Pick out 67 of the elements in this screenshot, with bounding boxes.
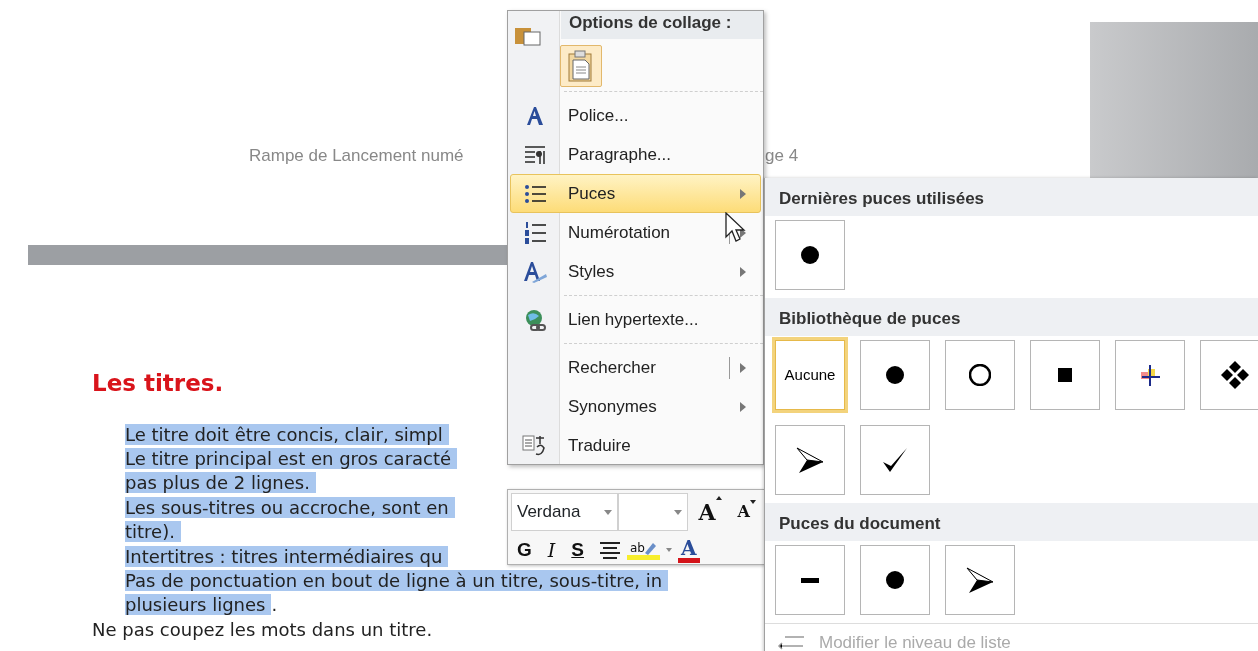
bullet-option[interactable] (860, 340, 930, 410)
paragraph-icon (523, 143, 547, 166)
menu-item[interactable]: Numérotation (510, 213, 761, 252)
square-bullet-icon (1057, 367, 1073, 383)
pen-icon (644, 540, 657, 555)
paste-options-header: Options de collage : (561, 11, 763, 39)
menu-item[interactable]: Lien hypertexte... (510, 300, 761, 339)
circle-bullet-icon (969, 364, 991, 386)
bullet-option[interactable] (775, 425, 845, 495)
bullet-option[interactable] (945, 340, 1015, 410)
submenu-arrow-icon (740, 401, 746, 412)
dot-bullet-icon (885, 365, 905, 385)
cross-bullet-icon (1139, 363, 1161, 387)
dropdown-caret-icon[interactable] (603, 509, 612, 515)
dropdown-caret-icon[interactable] (673, 509, 682, 515)
highlight-button[interactable]: ab (627, 540, 660, 560)
italic-button[interactable]: I (542, 536, 561, 565)
bullet-option[interactable] (945, 545, 1015, 615)
bold-button[interactable]: G (512, 536, 537, 565)
arrowhead-bullet-icon (796, 446, 824, 474)
globe-link-icon (523, 307, 547, 332)
menu-item[interactable]: Puces (510, 174, 761, 213)
down-triangle-icon (750, 500, 756, 504)
translate-icon (522, 433, 548, 458)
bulleted-list-icon (523, 182, 547, 205)
center-align-icon[interactable] (599, 541, 621, 560)
menu-item[interactable]: Paragraphe... (510, 135, 761, 174)
diamond-bullet-icon (1220, 360, 1250, 390)
numbered-list-icon (523, 220, 547, 245)
styles-icon (522, 259, 548, 284)
bullet-option[interactable] (860, 545, 930, 615)
menu-item[interactable]: Traduire (510, 426, 761, 465)
shrink-font-button[interactable]: A (732, 500, 761, 524)
section-header: Bibliothèque de puces (765, 298, 1258, 336)
up-triangle-icon (715, 495, 722, 500)
bullet-option[interactable]: Aucune (775, 340, 845, 410)
punctuation-text: . (271, 594, 278, 616)
bullet-option[interactable] (1200, 340, 1258, 410)
font-icon (524, 104, 546, 127)
section-header: Puces du document (765, 503, 1258, 541)
bullet-option[interactable] (1030, 340, 1100, 410)
dot-bullet-icon (800, 245, 820, 265)
page-header-text: Rampe de Lancement numé (249, 145, 464, 167)
mouse-pointer-icon (725, 212, 747, 244)
font-name-dropdown[interactable]: Verdana (511, 493, 618, 531)
clipboard-icon (568, 50, 594, 82)
dash-bullet-icon (800, 576, 820, 584)
bullet-option[interactable] (775, 220, 845, 290)
page-number-text: ge 4 (765, 145, 799, 167)
font-color-button[interactable]: A (677, 537, 700, 563)
change-list-level-item: Modifier le niveau de liste (819, 632, 1011, 651)
menu-item[interactable]: Styles (510, 252, 761, 291)
section-heading: Les titres. (92, 369, 224, 398)
body-text-line: Ne pas coupez les mots dans un titre. (92, 618, 433, 640)
section-header: Dernières puces utilisées (765, 178, 1258, 216)
arrowhead-bullet-icon (966, 566, 994, 594)
submenu-arrow-icon (740, 362, 746, 373)
grow-font-button[interactable]: A (693, 495, 727, 529)
menu-item[interactable]: Rechercher (510, 348, 761, 387)
menu-item[interactable]: Police... (510, 96, 761, 135)
strike-button[interactable]: S (566, 536, 589, 565)
paste-keep-formatting-button[interactable] (560, 45, 602, 87)
submenu-arrow-icon (740, 266, 746, 277)
submenu-arrow-icon (740, 188, 746, 199)
menu-item[interactable]: Synonymes (510, 387, 761, 426)
dropdown-caret-icon[interactable] (665, 548, 672, 553)
dot-bullet-icon (885, 570, 905, 590)
